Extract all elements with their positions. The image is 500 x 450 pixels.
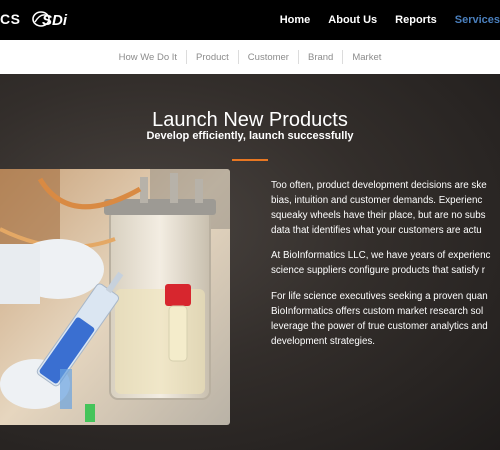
page-title: Launch New Products — [152, 109, 348, 132]
nav-services[interactable]: Services — [455, 14, 500, 26]
lab-photo — [0, 169, 230, 425]
subnav-brand[interactable]: Brand — [299, 52, 342, 63]
nav-reports[interactable]: Reports — [395, 14, 437, 26]
main-nav: Home About Us Reports Services — [280, 0, 500, 40]
page-subtitle: Develop efficiently, launch successfully — [146, 130, 354, 142]
experience-paragraph: At BioInformatics LLC, we have years of … — [271, 250, 491, 276]
title-divider — [232, 159, 268, 161]
lab-photo-illustration — [0, 169, 230, 425]
subnav-customer[interactable]: Customer — [239, 52, 298, 63]
sub-nav: How We Do It Product Customer Brand Mark… — [0, 40, 500, 75]
nav-about-us[interactable]: About Us — [328, 14, 377, 26]
hero-section: Launch New Products Develop efficiently,… — [0, 74, 500, 450]
subnav-how-we-do-it[interactable]: How We Do It — [110, 52, 186, 63]
sdi-logo[interactable]: SDi — [32, 8, 76, 30]
subnav-market[interactable]: Market — [343, 52, 390, 63]
subnav-product[interactable]: Product — [187, 52, 238, 63]
top-navbar: CS SDi Home About Us Reports Services — [0, 0, 500, 40]
intro-paragraph: Too often, product development decisions… — [271, 180, 487, 236]
brand-name-partial[interactable]: CS — [0, 11, 20, 27]
offer-paragraph: For life science executives seeking a pr… — [271, 291, 488, 347]
logo-text: SDi — [42, 12, 68, 29]
nav-home[interactable]: Home — [280, 14, 311, 26]
